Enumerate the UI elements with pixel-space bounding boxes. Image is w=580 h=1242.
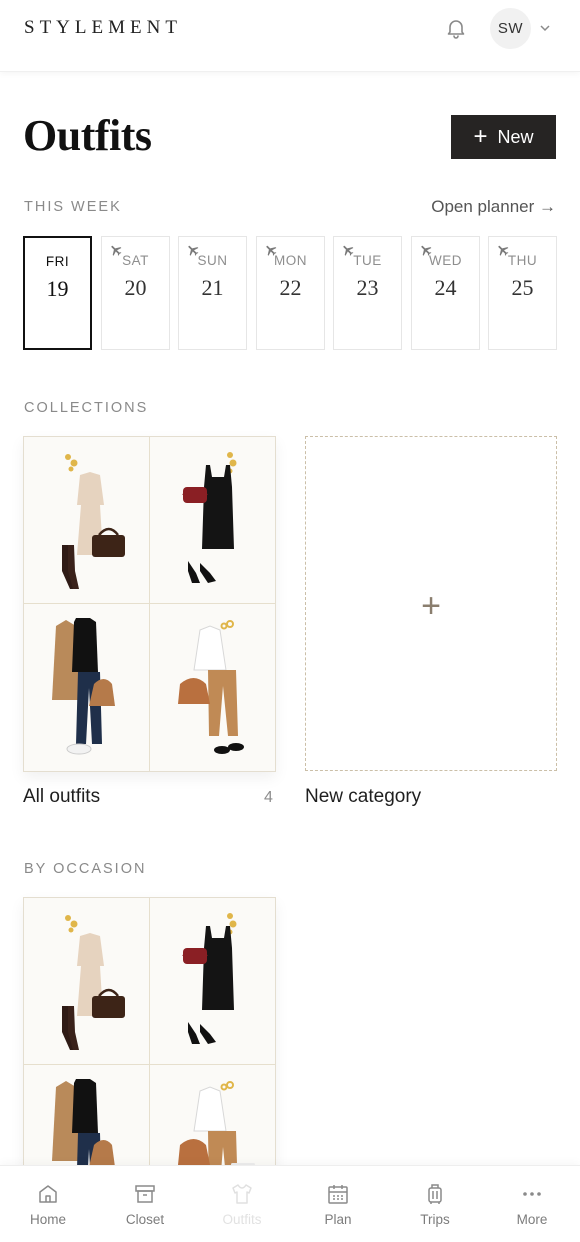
all-outfits-count: 4 <box>264 789 273 806</box>
day-name: TUE <box>353 253 382 268</box>
day-name: WED <box>429 253 462 268</box>
page-title: Outfits <box>23 111 152 160</box>
this-week-label: THIS WEEK <box>24 199 122 215</box>
nav-trips[interactable]: Trips <box>387 1166 483 1242</box>
day-name: MON <box>274 253 307 268</box>
day-name: SUN <box>197 253 228 268</box>
week-strip: FRI 19 SAT 20 SUN 21 MON 22 TUE 23 WED 2… <box>23 236 557 351</box>
day-fri[interactable]: FRI 19 <box>23 236 92 350</box>
outfit-thumbnail-shirt <box>150 604 275 771</box>
nav-label: Trips <box>420 1212 450 1227</box>
day-tue[interactable]: TUE 23 <box>333 236 402 350</box>
outfit-thumbnail-dress <box>24 898 150 1065</box>
nav-home[interactable]: Home <box>0 1166 96 1242</box>
day-sun[interactable]: SUN 21 <box>178 236 247 350</box>
outfit-thumbnail-dress <box>24 437 150 604</box>
new-category-card[interactable]: + <box>305 436 557 771</box>
brand-logo[interactable]: STYLEMENT <box>24 17 182 39</box>
day-number: 22 <box>279 275 302 300</box>
collections-label: COLLECTIONS <box>24 400 149 416</box>
day-number: 23 <box>356 275 379 300</box>
avatar[interactable]: SW <box>490 8 531 49</box>
day-wed[interactable]: WED 24 <box>411 236 480 350</box>
day-mon[interactable]: MON 22 <box>256 236 325 350</box>
plus-icon: + <box>421 587 441 625</box>
new-outfit-button[interactable]: + New <box>451 115 556 159</box>
bell-icon[interactable] <box>444 16 468 40</box>
app-header: STYLEMENT SW <box>0 0 580 72</box>
closet-icon <box>135 1185 155 1203</box>
all-outfits-label[interactable]: All outfits <box>23 786 100 808</box>
nav-label: Outfits <box>222 1212 262 1227</box>
nav-outfits[interactable]: Outfits <box>194 1166 290 1242</box>
calendar-icon <box>328 1185 348 1204</box>
bottom-nav: Home Closet Outfits Plan Trips More <box>0 1165 580 1242</box>
day-number: 25 <box>511 275 534 300</box>
nav-label: Home <box>29 1212 66 1227</box>
nav-plan[interactable]: Plan <box>290 1166 386 1242</box>
new-category-label[interactable]: New category <box>305 786 421 808</box>
day-number: 20 <box>124 275 147 300</box>
home-icon <box>39 1185 57 1203</box>
day-sat[interactable]: SAT 20 <box>101 236 170 350</box>
nav-label: More <box>516 1212 548 1227</box>
outfit-thumbnail-slip-dress <box>150 898 275 1065</box>
day-number: 19 <box>46 276 69 301</box>
outfits-icon <box>232 1184 252 1204</box>
nav-closet[interactable]: Closet <box>97 1166 193 1242</box>
new-button-label: New <box>497 126 534 147</box>
luggage-icon <box>428 1184 442 1204</box>
day-number: 21 <box>201 275 224 300</box>
outfit-thumbnail-coat <box>24 604 150 771</box>
outfit-thumbnail-slip-dress <box>150 437 275 604</box>
nav-more[interactable]: More <box>484 1166 580 1242</box>
day-number: 24 <box>434 275 457 300</box>
nav-label: Plan <box>324 1212 352 1227</box>
chevron-down-icon[interactable] <box>539 22 551 34</box>
day-thu[interactable]: THU 25 <box>488 236 557 350</box>
day-name: THU <box>507 253 538 268</box>
more-icon <box>523 1192 541 1196</box>
plus-icon: + <box>473 123 488 150</box>
by-occasion-label: BY OCCASION <box>24 861 147 877</box>
all-outfits-card[interactable] <box>23 436 276 772</box>
day-name: SAT <box>122 253 149 268</box>
open-planner-link[interactable]: Open planner → <box>431 197 556 217</box>
day-name: FRI <box>45 254 70 269</box>
nav-label: Closet <box>125 1212 165 1227</box>
